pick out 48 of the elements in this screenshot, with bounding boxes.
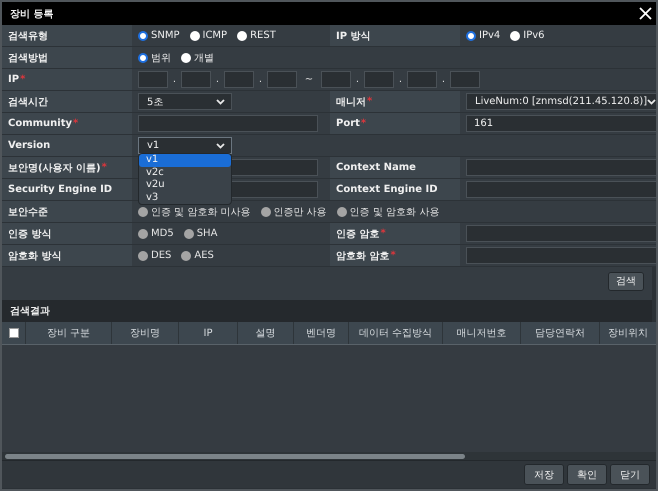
field-label: Version bbox=[8, 140, 50, 151]
required-mark: * bbox=[367, 96, 372, 107]
field-label: Port bbox=[336, 118, 360, 129]
radio-label: DES bbox=[151, 250, 172, 261]
field-label: 인증 암호 bbox=[336, 228, 380, 240]
field-label: 검색방법 bbox=[8, 52, 48, 64]
field-label: Community bbox=[8, 118, 72, 129]
ip-separator: . bbox=[398, 74, 404, 85]
field-label: 암호화 암호 bbox=[336, 250, 390, 262]
ip-separator: . bbox=[214, 74, 220, 85]
required-mark: * bbox=[73, 118, 78, 129]
required-mark: * bbox=[360, 118, 366, 129]
field-label: 인증 방식 bbox=[8, 228, 52, 240]
field-label: 검색유형 bbox=[8, 30, 48, 42]
field-label: 보안수준 bbox=[8, 206, 48, 218]
required-mark: * bbox=[390, 250, 396, 261]
window-title: 장비 등록 bbox=[10, 8, 54, 20]
radio-label: REST bbox=[250, 30, 276, 41]
ip-separator: . bbox=[440, 74, 446, 85]
field-label: 검색시간 bbox=[8, 96, 48, 108]
field-label: IP 방식 bbox=[336, 30, 371, 42]
radio-label: SHA bbox=[196, 228, 218, 239]
field-label: Context Engine ID bbox=[336, 184, 438, 195]
field-label: 보안명(사용자 이름) bbox=[8, 162, 101, 174]
radio-label: 인증 및 암호화 미사용 bbox=[151, 206, 251, 218]
field-label: Context Name bbox=[336, 162, 416, 173]
radio-label: ICMP bbox=[202, 30, 228, 41]
field-label: 매니저 bbox=[336, 96, 366, 108]
required-mark: * bbox=[102, 162, 107, 173]
section-title: 검색결과 bbox=[10, 305, 50, 318]
field-label: IP bbox=[8, 74, 20, 85]
ip-separator: . bbox=[354, 74, 360, 85]
radio-label: 인증만 사용 bbox=[274, 206, 327, 218]
radio-label: 범위 bbox=[151, 52, 171, 64]
ip-separator: . bbox=[258, 74, 264, 85]
radio-label: 개별 bbox=[194, 52, 214, 64]
required-mark: * bbox=[20, 74, 26, 85]
radio-label: IPv4 bbox=[479, 30, 500, 41]
field-label: 암호화 방식 bbox=[8, 250, 62, 262]
ip-separator: ~ bbox=[304, 74, 314, 85]
ip-separator: . bbox=[172, 74, 178, 85]
radio-label: 인증 및 암호화 사용 bbox=[350, 206, 440, 218]
radio-label: MD5 bbox=[151, 228, 174, 239]
radio-label: SNMP bbox=[151, 30, 180, 41]
radio-label: IPv6 bbox=[523, 30, 545, 41]
required-mark: * bbox=[380, 228, 386, 239]
field-label: Security Engine ID bbox=[8, 184, 112, 195]
radio-label: AES bbox=[194, 250, 214, 261]
